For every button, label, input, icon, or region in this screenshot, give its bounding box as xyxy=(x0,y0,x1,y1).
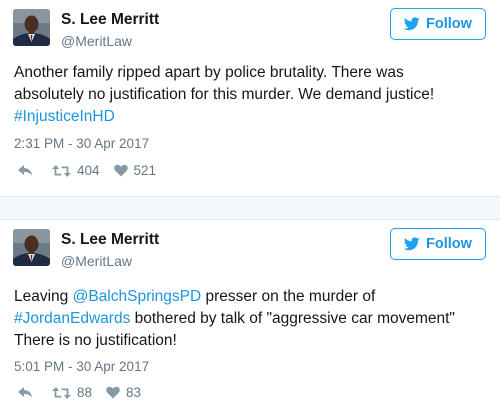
hashtag-link[interactable]: #InjusticeInHD xyxy=(14,108,115,125)
text-segment: bothered by talk of "aggressive car move… xyxy=(130,310,455,327)
reply-icon xyxy=(18,165,33,176)
tweet-text-line: Leaving @BalchSpringsPD presser on the m… xyxy=(14,286,494,308)
text-segment: Another family ripped apart by police br… xyxy=(14,64,404,81)
heart-icon xyxy=(113,164,128,177)
reply-button[interactable] xyxy=(18,165,34,176)
tweet-text-line: absolutely no justification for this mur… xyxy=(14,84,494,106)
tweet-text-line: Another family ripped apart by police br… xyxy=(14,62,494,84)
tweet-divider xyxy=(0,196,500,220)
author-handle[interactable]: @MeritLaw xyxy=(61,253,132,269)
like-count: 521 xyxy=(133,163,157,178)
follow-button[interactable]: Follow xyxy=(390,8,486,40)
retweet-count: 88 xyxy=(77,385,93,400)
tweet-text-line: There is no justification! xyxy=(14,330,494,352)
tweet-actions: 404 521 xyxy=(18,163,156,178)
follow-label: Follow xyxy=(426,16,472,32)
reply-button[interactable] xyxy=(18,387,34,398)
text-segment: Leaving xyxy=(14,288,73,305)
hashtag-link[interactable]: #JordanEdwards xyxy=(14,310,130,327)
retweet-icon xyxy=(52,164,71,177)
avatar[interactable] xyxy=(13,9,50,46)
mention-link[interactable]: @BalchSpringsPD xyxy=(73,288,202,305)
retweet-button[interactable]: 404 xyxy=(52,163,100,178)
text-segment: absolutely no justification for this mur… xyxy=(14,86,435,103)
bird-icon xyxy=(404,237,420,251)
retweet-button[interactable]: 88 xyxy=(52,385,92,400)
tweet-text: Another family ripped apart by police br… xyxy=(14,62,494,128)
text-segment: presser on the murder of xyxy=(201,288,376,305)
author-name[interactable]: S. Lee Merritt xyxy=(61,11,159,29)
like-button[interactable]: 83 xyxy=(106,385,141,400)
tweet-text-line: #JordanEdwards bothered by talk of "aggr… xyxy=(14,308,494,330)
avatar[interactable] xyxy=(13,229,50,266)
retweet-count: 404 xyxy=(77,163,100,178)
tweet-timestamp[interactable]: 2:31 PM - 30 Apr 2017 xyxy=(14,136,149,151)
author-name[interactable]: S. Lee Merritt xyxy=(61,231,159,249)
tweet-actions: 88 83 xyxy=(18,385,141,400)
author-handle[interactable]: @MeritLaw xyxy=(61,33,132,49)
tweet-text: Leaving @BalchSpringsPD presser on the m… xyxy=(14,286,494,352)
reply-icon xyxy=(18,387,33,398)
follow-button[interactable]: Follow xyxy=(390,228,486,260)
follow-label: Follow xyxy=(426,236,472,252)
retweet-icon xyxy=(52,386,71,399)
tweet-text-line: #InjusticeInHD xyxy=(14,106,494,128)
tweet-timestamp[interactable]: 5:01 PM - 30 Apr 2017 xyxy=(14,359,149,374)
tweet-card: S. Lee Merritt @MeritLaw Follow Another … xyxy=(0,0,500,200)
bird-icon xyxy=(404,17,420,31)
text-segment: There is no justification! xyxy=(14,332,177,349)
tweet-card: S. Lee Merritt @MeritLaw Follow Leaving … xyxy=(0,220,500,413)
heart-icon xyxy=(106,386,120,399)
like-button[interactable]: 521 xyxy=(113,163,157,178)
like-count: 83 xyxy=(126,385,142,400)
